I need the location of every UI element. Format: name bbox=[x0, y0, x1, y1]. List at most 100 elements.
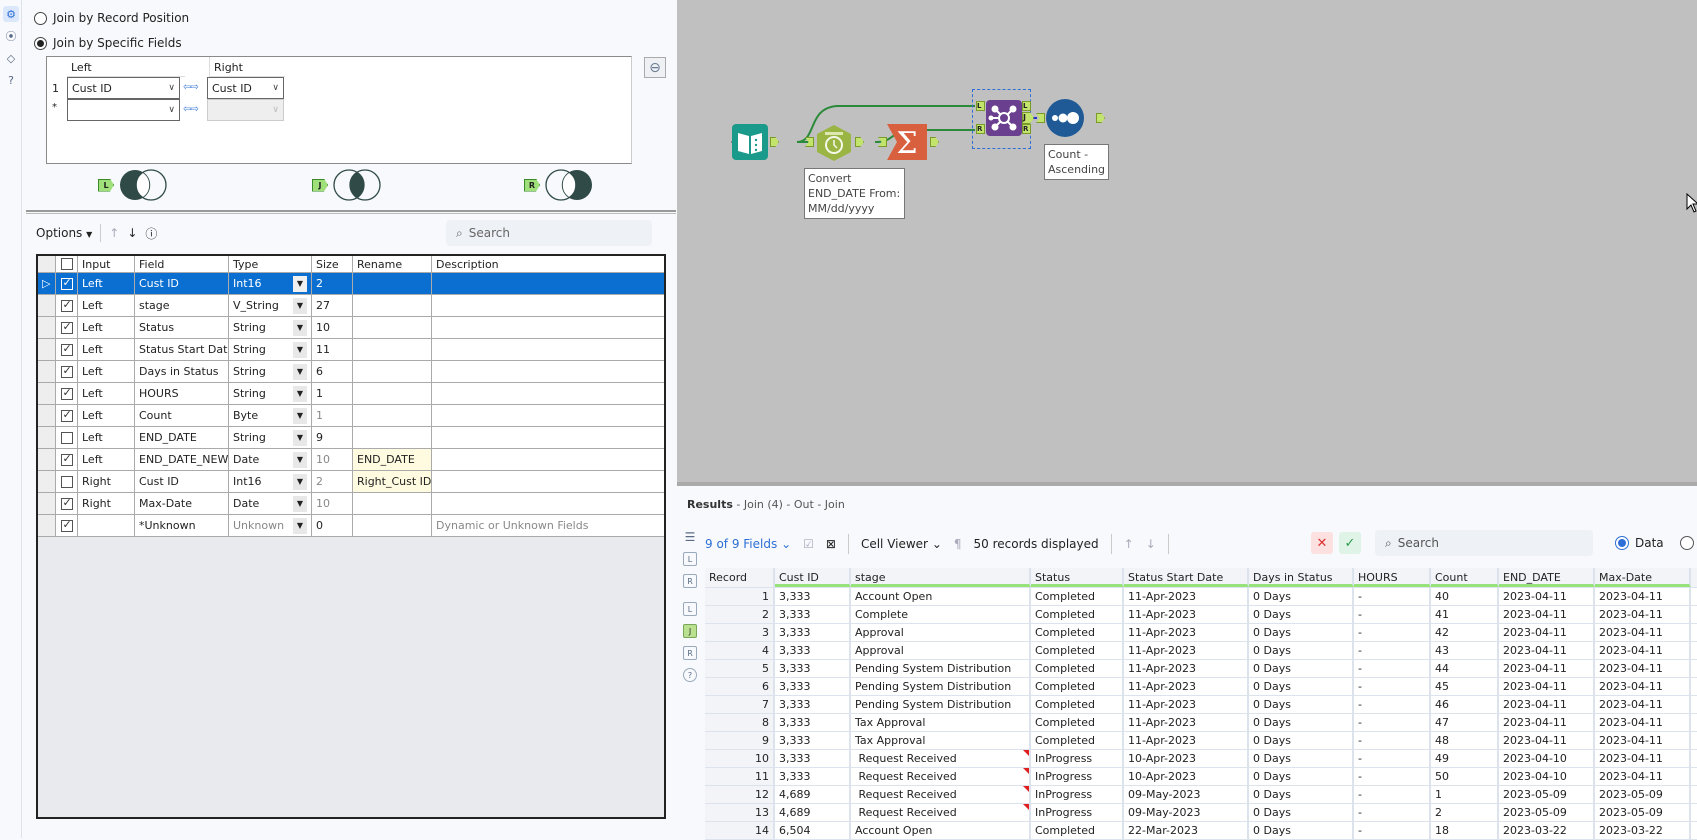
data-cell[interactable]: - bbox=[1354, 714, 1431, 731]
include-checkbox[interactable] bbox=[60, 320, 73, 334]
column-header[interactable]: Days in Status bbox=[1249, 568, 1354, 587]
include-checkbox-cell[interactable] bbox=[56, 317, 78, 338]
results-search-input[interactable]: ⌕ Search bbox=[1375, 530, 1593, 556]
data-cell[interactable]: 2023-04-11 bbox=[1595, 642, 1691, 659]
column-header[interactable]: Field bbox=[135, 256, 229, 272]
data-cell[interactable]: 09-May-2023 bbox=[1124, 786, 1249, 803]
column-header[interactable]: Size bbox=[312, 256, 353, 272]
caret-down-icon[interactable]: ▼ bbox=[293, 363, 307, 380]
data-cell[interactable]: - bbox=[1354, 588, 1431, 605]
data-cell[interactable]: 44 bbox=[1431, 660, 1499, 677]
row-marker[interactable] bbox=[38, 427, 56, 448]
workflow-canvas[interactable]: Σ L R L J R Convert END_DATE From: MM/dd… bbox=[677, 0, 1697, 482]
data-cell[interactable]: 3,333 bbox=[775, 588, 851, 605]
column-header[interactable]: Input bbox=[78, 256, 135, 272]
include-checkbox[interactable] bbox=[60, 518, 73, 532]
output-join-anchor-icon[interactable]: J bbox=[683, 624, 697, 638]
data-cell[interactable]: 3,333 bbox=[775, 642, 851, 659]
include-checkbox[interactable] bbox=[60, 298, 73, 312]
field-row[interactable]: Left stage V_String ▼ 27 bbox=[38, 295, 664, 317]
data-cell[interactable]: 2023-04-11 bbox=[1595, 678, 1691, 695]
checkbox[interactable] bbox=[60, 258, 73, 270]
table-row[interactable]: 9 3,333 Tax Approval Completed 11-Apr-2023 0 … bbox=[705, 732, 1697, 750]
table-row[interactable]: 13 4,689 Request Received InProgress 09-May… bbox=[705, 804, 1697, 822]
rename-cell[interactable] bbox=[353, 295, 432, 316]
size-cell[interactable]: 1 bbox=[312, 405, 353, 426]
data-cell[interactable]: 2023-03-22 bbox=[1499, 822, 1595, 839]
data-cell[interactable]: Completed bbox=[1031, 732, 1124, 749]
data-cell[interactable]: 2023-04-11 bbox=[1595, 588, 1691, 605]
data-cell[interactable]: Completed bbox=[1031, 624, 1124, 641]
cell-viewer-dropdown[interactable]: Cell Viewer ⌄ bbox=[861, 537, 942, 551]
data-cell[interactable]: 49 bbox=[1431, 750, 1499, 767]
rename-cell[interactable] bbox=[353, 405, 432, 426]
data-cell[interactable]: 0 Days bbox=[1249, 732, 1354, 749]
venn-inner-join[interactable]: J bbox=[312, 168, 383, 202]
record-number-cell[interactable]: 1 bbox=[705, 588, 775, 605]
data-cell[interactable]: 11-Apr-2023 bbox=[1124, 624, 1249, 641]
field-row[interactable]: Left HOURS String ▼ 1 bbox=[38, 383, 664, 405]
rename-cell[interactable]: Right_Cust ID bbox=[353, 471, 432, 492]
field-row[interactable]: Left Count Byte ▼ 1 bbox=[38, 405, 664, 427]
include-checkbox-cell[interactable] bbox=[56, 273, 78, 294]
left-input-anchor[interactable]: L bbox=[976, 101, 985, 111]
field-row[interactable]: Left END_DATE_NEW Date ▼ 10 END_DATE bbox=[38, 449, 664, 471]
data-cell[interactable]: 11-Apr-2023 bbox=[1124, 732, 1249, 749]
field-row[interactable]: Right Cust ID Int16 ▼ 2 Right_Cust ID bbox=[38, 471, 664, 493]
size-cell[interactable]: 9 bbox=[312, 427, 353, 448]
record-number-cell[interactable]: 6 bbox=[705, 678, 775, 695]
table-row[interactable]: 14 6,504 Account Open Completed 22-Mar-2023 0… bbox=[705, 822, 1697, 840]
data-cell[interactable]: 3,333 bbox=[775, 714, 851, 731]
caret-down-icon[interactable]: ▼ bbox=[293, 473, 307, 490]
description-cell[interactable] bbox=[432, 273, 664, 294]
arrow-up-icon[interactable]: ↑ bbox=[1124, 537, 1134, 551]
data-cell[interactable]: Pending System Distribution bbox=[851, 660, 1031, 677]
table-row[interactable]: 2 3,333 Complete Completed 11-Apr-2023 0 Days… bbox=[705, 606, 1697, 624]
data-cell[interactable]: 50 bbox=[1431, 768, 1499, 785]
data-cell[interactable]: 0 Days bbox=[1249, 678, 1354, 695]
include-checkbox-cell[interactable] bbox=[56, 361, 78, 382]
include-checkbox-cell[interactable] bbox=[56, 515, 78, 536]
data-cell[interactable]: 2023-04-11 bbox=[1499, 660, 1595, 677]
field-row[interactable]: Left Days in Status String ▼ 6 bbox=[38, 361, 664, 383]
include-checkbox-cell[interactable] bbox=[56, 493, 78, 514]
uncheck-all-icon[interactable]: ⊠ bbox=[826, 537, 836, 551]
column-header[interactable]: HOURS bbox=[1354, 568, 1431, 587]
data-cell[interactable]: 0 Days bbox=[1249, 642, 1354, 659]
description-cell[interactable] bbox=[432, 493, 664, 514]
data-cell[interactable]: 0 Days bbox=[1249, 714, 1354, 731]
data-cell[interactable]: Request Received bbox=[851, 804, 1031, 821]
column-header[interactable]: Rename bbox=[353, 256, 432, 272]
data-radio[interactable] bbox=[1615, 536, 1629, 550]
data-cell[interactable]: 09-May-2023 bbox=[1124, 804, 1249, 821]
data-cell[interactable]: 3,333 bbox=[775, 678, 851, 695]
table-row[interactable]: 11 3,333 Request Received InProgress 10-Apr… bbox=[705, 768, 1697, 786]
table-row[interactable]: 8 3,333 Tax Approval Completed 11-Apr-2023 0 … bbox=[705, 714, 1697, 732]
data-cell[interactable]: Request Received bbox=[851, 786, 1031, 803]
include-checkbox-cell[interactable] bbox=[56, 427, 78, 448]
record-number-cell[interactable]: 4 bbox=[705, 642, 775, 659]
data-cell[interactable]: 2023-04-11 bbox=[1595, 624, 1691, 641]
rename-cell[interactable] bbox=[353, 493, 432, 514]
include-checkbox[interactable] bbox=[60, 431, 73, 444]
sort-tool[interactable] bbox=[1046, 99, 1084, 137]
move-down-icon[interactable]: ↓ bbox=[127, 226, 137, 240]
caret-down-icon[interactable]: ▼ bbox=[293, 495, 307, 512]
include-checkbox-cell[interactable] bbox=[56, 471, 78, 492]
data-cell[interactable]: Account Open bbox=[851, 822, 1031, 839]
data-cell[interactable]: Completed bbox=[1031, 714, 1124, 731]
include-checkbox[interactable] bbox=[60, 452, 73, 466]
type-select[interactable]: Date ▼ bbox=[229, 493, 312, 514]
include-checkbox-cell[interactable] bbox=[56, 383, 78, 404]
data-cell[interactable]: - bbox=[1354, 732, 1431, 749]
select-all-checkbox[interactable] bbox=[56, 256, 78, 272]
column-header[interactable]: Count bbox=[1431, 568, 1499, 587]
row-marker[interactable] bbox=[38, 493, 56, 514]
rename-cell[interactable] bbox=[353, 361, 432, 382]
data-cell[interactable]: 2023-04-11 bbox=[1499, 642, 1595, 659]
description-cell[interactable] bbox=[432, 471, 664, 492]
size-cell[interactable]: 10 bbox=[312, 449, 353, 470]
description-cell[interactable] bbox=[432, 427, 664, 448]
data-cell[interactable]: 40 bbox=[1431, 588, 1499, 605]
data-cell[interactable]: 2023-04-11 bbox=[1499, 606, 1595, 623]
